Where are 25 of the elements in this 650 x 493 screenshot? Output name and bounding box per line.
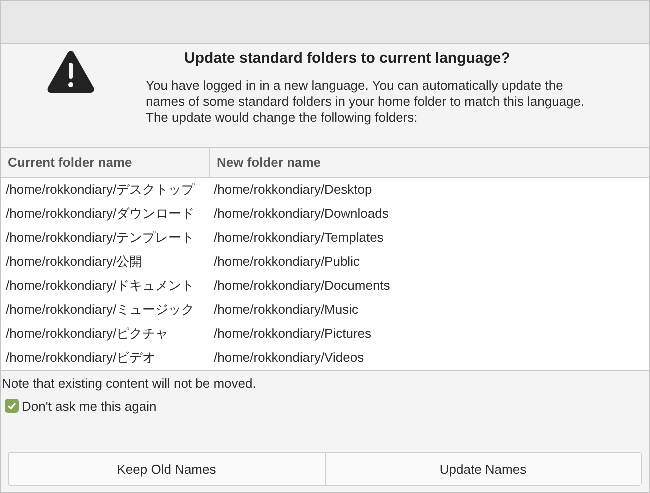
table-cell-text: /home/rokkondiary/ビデオ bbox=[5, 349, 157, 367]
warning-icon bbox=[46, 50, 94, 94]
table-cell-text: /home/rokkondiary/Music bbox=[213, 301, 360, 319]
table-cell-text: /home/rokkondiary/Documents bbox=[213, 277, 392, 295]
checkbox[interactable] bbox=[5, 399, 19, 413]
table-cell-text: /home/rokkondiary/Desktop bbox=[213, 181, 374, 199]
table-cell-text: /home/rokkondiary/ピクチャ bbox=[5, 325, 170, 343]
table-cell-text: /home/rokkondiary/ドキュメント bbox=[5, 277, 196, 295]
dialog-message: You have logged in in a new language. You can automatically update the names of some standard folders in your home folder to match this language. The update would change the following folders: bbox=[146, 78, 586, 126]
table-cell-text: /home/rokkondiary/Pictures bbox=[213, 325, 373, 343]
dialog-button[interactable]: Update Names bbox=[324, 453, 641, 485]
checkbox-label: Don't ask me this again bbox=[22, 398, 157, 414]
note-text: Note that existing content will not be moved. bbox=[1, 375, 258, 393]
column-header[interactable]: Current folder name bbox=[1, 148, 209, 178]
table-cell-text: /home/rokkondiary/Templates bbox=[213, 229, 385, 247]
table-cell-text: /home/rokkondiary/ミュージック bbox=[5, 301, 196, 319]
table-cell-text: /home/rokkondiary/Public bbox=[213, 253, 361, 271]
dialog-heading: Update standard folders to current language? bbox=[184, 50, 512, 67]
column-header[interactable]: New folder name bbox=[209, 148, 649, 178]
table-cell-text: /home/rokkondiary/Videos bbox=[213, 349, 366, 367]
table-cell-text: /home/rokkondiary/Downloads bbox=[213, 205, 390, 223]
table-cell-text: /home/rokkondiary/テンプレート bbox=[5, 229, 196, 247]
table-cell-text: /home/rokkondiary/ダウンロード bbox=[5, 205, 196, 223]
table-cell-text: /home/rokkondiary/公開 bbox=[5, 253, 144, 271]
table-cell-text: /home/rokkondiary/デスクトップ bbox=[5, 181, 196, 199]
